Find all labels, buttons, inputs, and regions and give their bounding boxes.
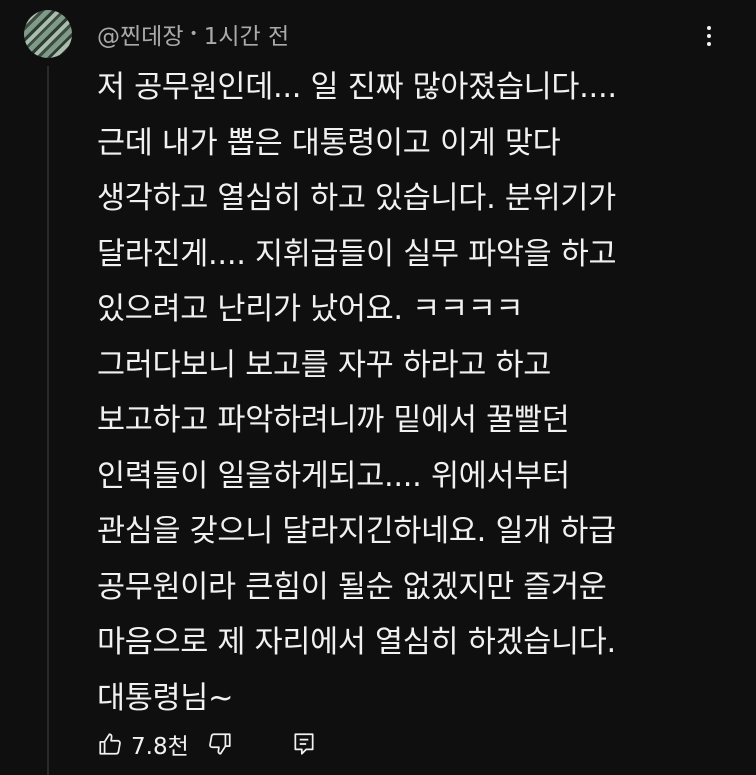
more-vert-icon-dot xyxy=(707,42,711,46)
dislike-button[interactable] xyxy=(207,731,233,757)
reply-button[interactable] xyxy=(291,731,317,757)
comment-line: 인력들이 일을하게되고.... 위에서부터 xyxy=(97,458,570,494)
comment-line: 저 공무원인데... 일 진짜 많아졌습니다.... xyxy=(97,70,617,105)
avatar[interactable] xyxy=(24,10,72,58)
comment-line: 그러다보니 보고를 자꾸 하라고 하고 xyxy=(97,347,551,383)
more-options-button[interactable] xyxy=(694,18,724,54)
comment-line: 근데 내가 뽑은 대통령이고 이게 맞다 xyxy=(97,125,561,161)
comment-body: 저 공무원인데... 일 진짜 많아졌습니다.... 근데 내가 뽑은 대통령이… xyxy=(97,60,737,726)
comment-line: 관심을 갖으니 달라지긴하네요. 일개 하급 xyxy=(97,514,616,549)
comment-actions: 7.8천 xyxy=(97,726,317,762)
comment-line: 대통령님~ xyxy=(97,680,234,716)
more-vert-icon-dot xyxy=(707,34,711,38)
thumb-down-icon xyxy=(207,731,233,757)
comment-line: 보고하고 파악하려니까 밑에서 꿀빨던 xyxy=(97,403,570,438)
comment-item: @찐데장 • 1시간 전 저 공무원인데... 일 진짜 많아졌습니다.... … xyxy=(0,0,756,775)
comment-line: 있으려고 난리가 났어요. ㅋㅋㅋㅋ xyxy=(97,292,524,327)
like-count: 7.8천 xyxy=(131,734,189,760)
thread-line xyxy=(47,66,49,775)
thumb-up-icon xyxy=(97,731,123,757)
like-button[interactable]: 7.8천 xyxy=(97,727,189,761)
comment-line: 마음으로 제 자리에서 열심히 하겠습니다. xyxy=(97,625,616,660)
comment-line: 생각하고 열심히 하고 있습니다. 분위기가 xyxy=(97,181,616,216)
separator-dot: • xyxy=(189,26,198,42)
author-name[interactable]: @찐데장 xyxy=(97,17,183,51)
more-vert-icon xyxy=(707,26,711,30)
comment-line: 공무원이라 큰힘이 될순 없겠지만 즐거운 xyxy=(97,569,607,605)
comment-header: @찐데장 • 1시간 전 xyxy=(97,18,289,50)
comment-time[interactable]: 1시간 전 xyxy=(204,17,289,51)
reply-comment-icon xyxy=(291,731,317,757)
comment-line: 달라진게.... 지휘급들이 실무 파악을 하고 xyxy=(97,236,617,272)
